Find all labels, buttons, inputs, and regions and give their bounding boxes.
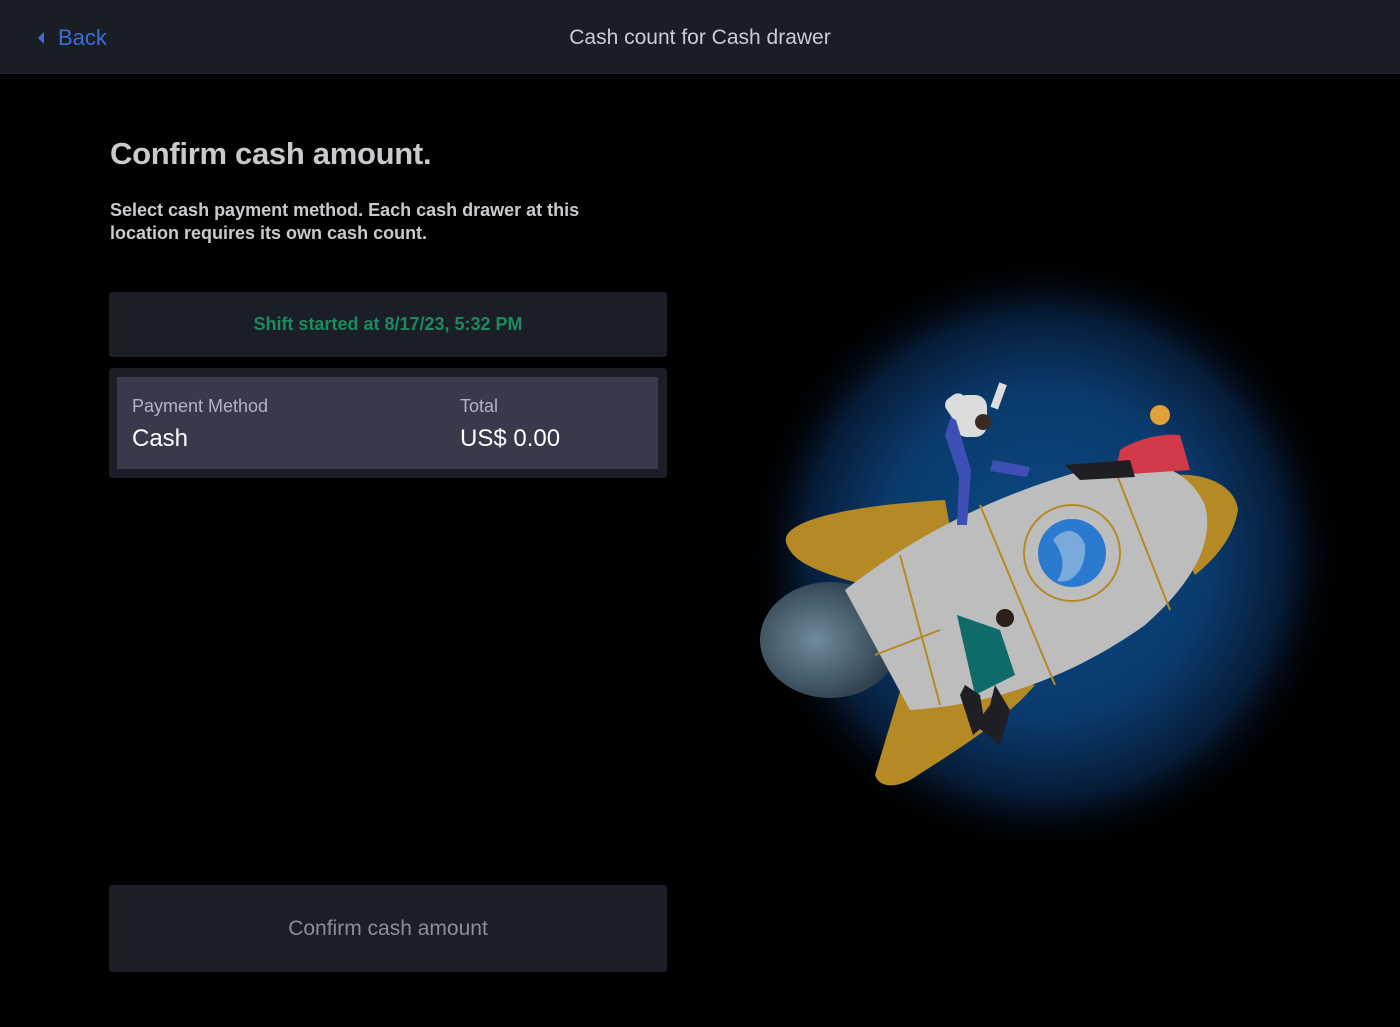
total-header: Total	[460, 396, 499, 416]
payment-method-card: Payment Method Total Cash US$ 0.00	[109, 368, 667, 478]
rocket-illustration	[745, 255, 1345, 855]
payment-method-header: Payment Method	[132, 396, 269, 416]
top-bar: Back Cash count for Cash drawer	[0, 0, 1400, 74]
confirm-cash-amount-button[interactable]: Confirm cash amount	[109, 885, 667, 972]
confirm-button-label: Confirm cash amount	[288, 916, 488, 940]
payment-method-row[interactable]: Payment Method Total Cash US$ 0.00	[117, 377, 658, 469]
page-subtitle: Select cash payment method. Each cash dr…	[110, 200, 580, 243]
shift-started-text: Shift started at 8/17/23, 5:32 PM	[253, 314, 523, 334]
total-value: US$ 0.00	[460, 425, 561, 452]
header-title: Cash count for Cash drawer	[569, 26, 831, 49]
payment-method-value: Cash	[132, 425, 189, 452]
shift-banner: Shift started at 8/17/23, 5:32 PM	[109, 292, 667, 357]
page-title: Confirm cash amount.	[110, 136, 432, 171]
